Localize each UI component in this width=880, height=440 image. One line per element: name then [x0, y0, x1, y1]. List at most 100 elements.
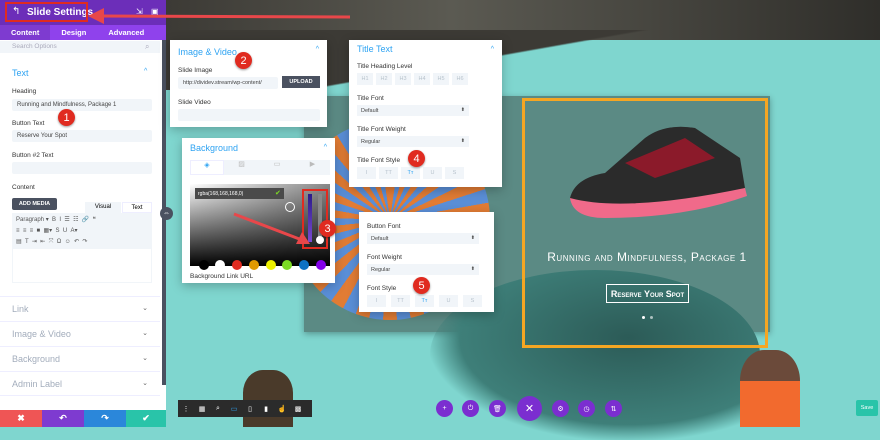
wireframe-icon[interactable]: ▦ — [194, 400, 210, 417]
chevron-up-icon[interactable]: ^ — [316, 46, 319, 53]
save-page-button[interactable]: Save — [856, 400, 878, 416]
tab-content[interactable]: Content — [0, 25, 51, 40]
panel-title: Image & Video — [178, 47, 237, 57]
redo-button[interactable]: ↷ — [84, 410, 126, 427]
swatch-purple[interactable] — [316, 260, 326, 270]
style-small-caps[interactable]: Tт — [401, 167, 420, 179]
click-mode-icon[interactable]: ☝ — [274, 400, 290, 417]
style-small-caps[interactable]: Tт — [415, 295, 434, 307]
font-weight-select[interactable]: Regular — [367, 264, 479, 275]
editor-misc-icons[interactable]: ▤ T ⇥ ⇤ ⤧ Ω ☺ ↶ ↷ — [16, 239, 87, 245]
swatch-white[interactable] — [215, 260, 225, 270]
sidebar-tabs: Content Design Advanced — [0, 25, 166, 40]
button-font-select[interactable]: Default — [367, 233, 479, 244]
slider-dot-active[interactable] — [642, 316, 645, 319]
save-settings-button[interactable]: ✔ — [126, 410, 166, 427]
page-toolbar: ⋮ ▦ ⌕ ▭ ▯ ▮ ☝ ▩ — [178, 400, 312, 417]
style-strikethrough[interactable]: S — [463, 295, 482, 307]
editor-toolbar[interactable]: Paragraph ▾ B I ☰ ☷ 🔗 ❝ ≡ ≡ ≡ ■ ▦▾ S U A… — [12, 213, 152, 248]
button2-text-input[interactable] — [12, 162, 152, 174]
bg-video-tab-icon[interactable]: ▶ — [295, 160, 330, 175]
alpha-slider-handle[interactable] — [316, 236, 324, 244]
portability-icon[interactable]: ⇅ — [605, 400, 622, 417]
style-underline[interactable]: U — [439, 295, 458, 307]
gear-icon[interactable]: ⚙ — [552, 400, 569, 417]
button-text-input[interactable]: Reserve Your Spot — [12, 130, 152, 142]
bg-image-tab-icon[interactable]: ▭ — [259, 160, 295, 175]
swatch-yellow[interactable] — [266, 260, 276, 270]
title-text-panel: Title Text ^ Title Heading Level H1 H2 H… — [349, 40, 502, 187]
chevron-up-icon[interactable]: ^ — [144, 68, 147, 75]
section-label: Image & Video — [12, 329, 71, 339]
heading-level-h3[interactable]: H3 — [395, 73, 411, 85]
heading-level-h2[interactable]: H2 — [376, 73, 392, 85]
heading-label: Heading — [12, 88, 37, 95]
style-italic[interactable]: I — [367, 295, 386, 307]
history-icon[interactable]: ◷ — [578, 400, 595, 417]
style-uppercase[interactable]: TT — [391, 295, 410, 307]
undo-button[interactable]: ↶ — [42, 410, 84, 427]
chevron-up-icon[interactable]: ^ — [324, 144, 327, 151]
style-underline[interactable]: U — [423, 167, 442, 179]
slide-image-input[interactable]: http://dividev.stream/wp-content/ — [178, 77, 278, 89]
trash-icon[interactable]: 🗑 — [489, 400, 506, 417]
zoom-icon[interactable]: ⌕ — [210, 400, 226, 417]
slide-button[interactable]: Reserve Your Spot — [606, 284, 689, 303]
slider-dot[interactable] — [650, 316, 653, 319]
bg-gradient-tab-icon[interactable]: ▨ — [224, 160, 259, 175]
tab-text[interactable]: Text — [122, 202, 152, 213]
heading-level-h4[interactable]: H4 — [414, 73, 430, 85]
swatch-black[interactable] — [199, 260, 209, 270]
section-label: Background — [12, 354, 61, 364]
color-value-input[interactable]: rgba(168,168,168,0) — [195, 188, 284, 199]
grid-icon[interactable]: ▩ — [290, 400, 306, 417]
slide-heading: Running and Mindfulness, Package 1 — [547, 250, 747, 264]
tablet-icon[interactable]: ▯ — [242, 400, 258, 417]
shoe-image — [570, 126, 747, 218]
section-background[interactable]: Background ⌄ — [0, 346, 160, 371]
swatch-blue[interactable] — [299, 260, 309, 270]
desktop-icon[interactable]: ▭ — [226, 400, 242, 417]
section-text-title[interactable]: Text — [12, 68, 29, 78]
section-link[interactable]: Link ⌄ — [0, 296, 160, 321]
chevron-up-icon[interactable]: ^ — [491, 46, 494, 53]
title-font-weight-select[interactable]: Regular — [357, 136, 469, 147]
step-badge-3: 3 — [319, 220, 336, 237]
cancel-button[interactable]: ✖ — [0, 410, 42, 427]
check-icon[interactable]: ✔ — [275, 189, 281, 197]
bg-color-tab-icon[interactable]: ◈ — [190, 160, 224, 175]
title-font-select[interactable]: Default — [357, 105, 469, 116]
section-image-video[interactable]: Image & Video ⌄ — [0, 321, 160, 346]
chevron-down-icon: ⌄ — [142, 305, 148, 312]
color-picker-handle[interactable] — [285, 202, 295, 212]
style-uppercase[interactable]: TT — [379, 167, 398, 179]
drag-icon[interactable]: ⋮ — [178, 400, 194, 417]
editor-format-icons[interactable]: ▾ B I ☰ ☷ 🔗 ❝ — [46, 217, 96, 223]
upload-button[interactable]: UPLOAD — [282, 76, 320, 88]
heading-level-h5[interactable]: H5 — [433, 73, 449, 85]
tab-advanced[interactable]: Advanced — [97, 25, 155, 40]
add-icon[interactable]: + — [436, 400, 453, 417]
phone-icon[interactable]: ▮ — [258, 400, 274, 417]
step-badge-1: 1 — [58, 109, 75, 126]
tab-design[interactable]: Design — [50, 25, 97, 40]
close-icon[interactable]: ✕ — [517, 396, 542, 421]
swatch-green[interactable] — [282, 260, 292, 270]
swatch-orange[interactable] — [249, 260, 259, 270]
add-media-button[interactable]: ADD MEDIA — [12, 198, 57, 210]
search-options-input[interactable]: Search Options — [0, 41, 160, 53]
resize-handle-icon[interactable]: ⇔ — [160, 207, 173, 220]
style-strikethrough[interactable]: S — [445, 167, 464, 179]
editor-align-icons[interactable]: ≡ ≡ ≡ ■ ▦▾ S U A▾ — [16, 228, 78, 234]
heading-level-h6[interactable]: H6 — [452, 73, 468, 85]
section-admin-label[interactable]: Admin Label ⌄ — [0, 371, 160, 396]
swatch-red[interactable] — [232, 260, 242, 270]
tab-visual[interactable]: Visual — [85, 202, 121, 213]
heading-level-h1[interactable]: H1 — [357, 73, 373, 85]
style-italic[interactable]: I — [357, 167, 376, 179]
power-icon[interactable]: ⏻ — [462, 400, 479, 417]
content-editor[interactable] — [12, 248, 152, 283]
heading-input[interactable]: Running and Mindfulness, Package 1 — [12, 99, 152, 111]
paragraph-select[interactable]: Paragraph — [16, 217, 44, 223]
slide-video-input[interactable] — [178, 109, 320, 121]
